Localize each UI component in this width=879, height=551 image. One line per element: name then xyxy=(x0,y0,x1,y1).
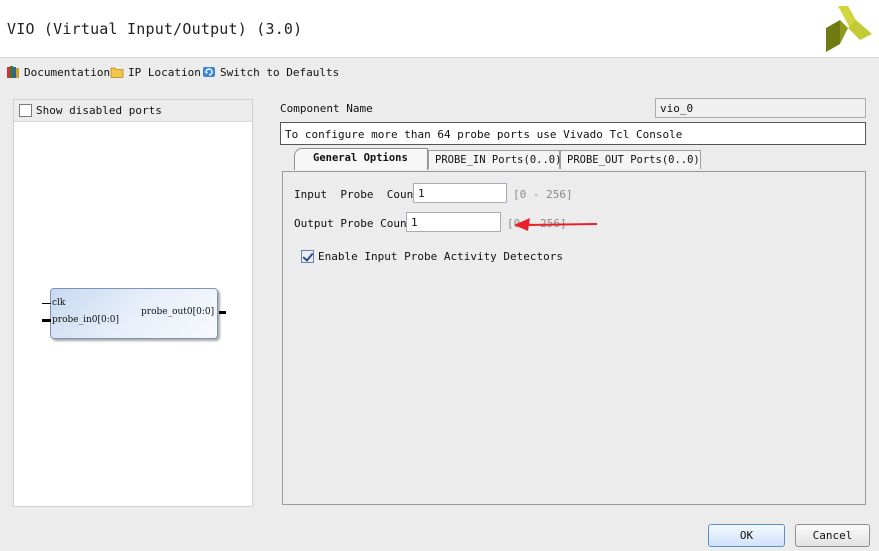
probe-in0-pin xyxy=(42,319,51,322)
xilinx-logo-icon xyxy=(826,6,872,52)
tab-probe-in-ports[interactable]: PROBE_IN Ports(0..0) xyxy=(428,150,561,169)
activity-detectors-row: Enable Input Probe Activity Detectors xyxy=(301,250,563,263)
folder-icon xyxy=(110,67,124,78)
tcl-console-notice: To configure more than 64 probe ports us… xyxy=(280,122,866,145)
ip-location-button[interactable]: IP Location xyxy=(110,65,201,79)
show-disabled-ports-row: Show disabled ports xyxy=(14,100,252,122)
documentation-menu[interactable]: Documentation xyxy=(6,65,110,79)
toolbar: Documentation IP Location Switch to Defa… xyxy=(0,62,879,84)
switch-to-defaults-button[interactable]: Switch to Defaults xyxy=(202,65,339,79)
probe-out0-pin xyxy=(219,311,226,314)
component-name-field[interactable]: vio_0 xyxy=(655,98,866,118)
probe-in0-port-label: probe_in0[0:0] xyxy=(52,315,119,325)
tab-general-options[interactable]: General Options xyxy=(294,148,428,170)
activity-detectors-label: Enable Input Probe Activity Detectors xyxy=(318,250,564,263)
probe-out0-port-label: probe_out0[0:0] xyxy=(141,307,215,317)
input-probe-range: [0 - 256] xyxy=(513,188,573,201)
output-probe-count-label: Output Probe Count xyxy=(294,217,414,230)
output-probe-count-field[interactable]: 1 xyxy=(406,212,501,232)
window-title: VIO (Virtual Input/Output) (3.0) xyxy=(7,20,303,38)
documentation-label: Documentation xyxy=(24,65,111,79)
refresh-icon xyxy=(203,67,215,77)
ok-button[interactable]: OK xyxy=(708,524,785,547)
tab-probe-out-ports[interactable]: PROBE_OUT Ports(0..0) xyxy=(560,150,701,169)
activity-detectors-checkbox[interactable] xyxy=(301,250,314,263)
component-name-label: Component Name xyxy=(280,102,373,115)
ip-symbol-panel: Show disabled ports clk probe_in0[0:0] p… xyxy=(13,99,253,507)
cancel-button[interactable]: Cancel xyxy=(795,524,870,547)
switch-to-defaults-label: Switch to Defaults xyxy=(220,65,340,79)
clk-pin xyxy=(42,303,51,304)
annotation-arrow-icon xyxy=(514,218,598,231)
title-bar: VIO (Virtual Input/Output) (3.0) xyxy=(0,0,879,58)
input-probe-count-field[interactable]: 1 xyxy=(413,183,507,203)
input-probe-count-label: Input Probe Count xyxy=(294,188,420,201)
ip-location-label: IP Location xyxy=(128,65,201,79)
vio-block-symbol: clk probe_in0[0:0] probe_out0[0:0] xyxy=(42,288,226,339)
documentation-icon xyxy=(7,66,19,78)
show-disabled-ports-checkbox[interactable] xyxy=(19,104,32,117)
clk-port-label: clk xyxy=(52,298,66,308)
show-disabled-ports-label: Show disabled ports xyxy=(36,104,162,117)
